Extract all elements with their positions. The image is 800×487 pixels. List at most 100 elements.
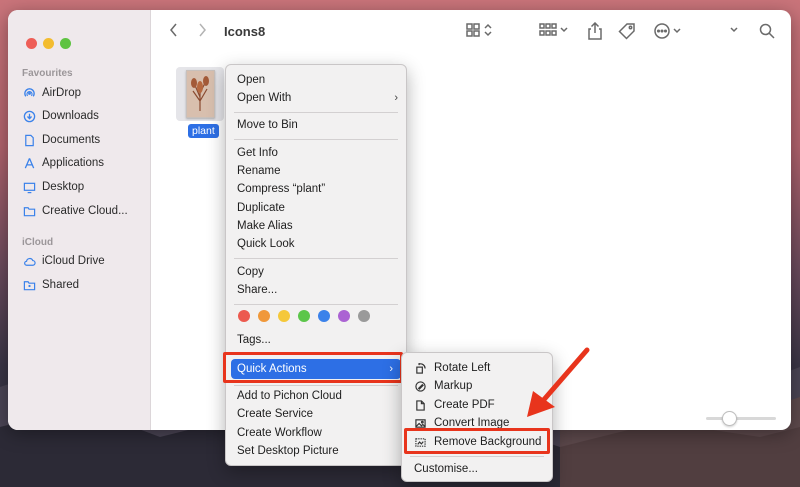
menu-separator: [234, 258, 398, 259]
desktop-icon: [22, 180, 36, 194]
tag-red-dot[interactable]: [238, 310, 250, 322]
group-icon: [539, 23, 568, 36]
sidebar-heading-icloud: iCloud: [22, 237, 54, 248]
menu-item-label: Make Alias: [237, 220, 293, 232]
more-actions-button[interactable]: [653, 22, 685, 40]
menu-item-open-with[interactable]: Open With ›: [226, 89, 406, 107]
share-icon: [588, 22, 602, 40]
menu-item-get-info[interactable]: Get Info: [226, 144, 406, 162]
sidebar-item-documents[interactable]: Documents: [22, 130, 100, 150]
menu-item-add-to-pichon-cloud[interactable]: Add to Pichon Cloud: [226, 387, 406, 405]
tag-icon: [618, 23, 635, 40]
remove-background-highlight: [404, 428, 550, 454]
tag-color-row: [226, 310, 406, 324]
menu-item-label: Tags...: [237, 334, 271, 346]
sidebar-item-label: Desktop: [42, 181, 85, 193]
tag-green-dot[interactable]: [298, 310, 310, 322]
menu-item-label: Rename: [237, 165, 281, 177]
sidebar-item-desktop[interactable]: Desktop: [22, 177, 84, 197]
sidebar-item-creative-cloud[interactable]: Creative Cloud...: [22, 201, 128, 221]
menu-item-tags[interactable]: Tags...: [226, 331, 406, 349]
menu-separator: [234, 139, 398, 140]
chevron-right-icon: ›: [394, 92, 398, 104]
submenu-item-customise[interactable]: Customise...: [402, 460, 552, 478]
menu-separator: [234, 385, 398, 386]
tag-blue-dot[interactable]: [318, 310, 330, 322]
submenu-item-label: Create PDF: [434, 399, 495, 411]
menu-item-create-service[interactable]: Create Service: [226, 405, 406, 423]
expand-toolbar-button[interactable]: [728, 22, 740, 38]
sidebar-heading-favourites: Favourites: [22, 68, 73, 79]
sidebar-item-shared[interactable]: Shared: [22, 275, 79, 295]
menu-item-copy[interactable]: Copy: [226, 263, 406, 281]
submenu-item-label: Rotate Left: [434, 362, 491, 374]
menu-item-label: Add to Pichon Cloud: [237, 390, 342, 402]
search-icon: [759, 23, 775, 39]
grid-view-icon: [466, 23, 492, 37]
menu-item-share[interactable]: Share...: [226, 281, 406, 299]
menu-item-label: Open: [237, 74, 266, 86]
menu-item-label: Open With: [237, 92, 292, 104]
sidebar-item-airdrop[interactable]: AirDrop: [22, 83, 81, 103]
tag-orange-dot[interactable]: [258, 310, 270, 322]
folder-icon: [22, 204, 36, 218]
minimize-window-button[interactable]: [43, 38, 54, 49]
submenu-item-label: Markup: [434, 380, 473, 392]
menu-item-rename[interactable]: Rename: [226, 162, 406, 180]
menu-item-label: Compress “plant”: [237, 183, 326, 195]
toolbar: Icons8: [150, 10, 791, 54]
sidebar-item-applications[interactable]: Applications: [22, 153, 104, 173]
sidebar-item-icloud-drive[interactable]: iCloud Drive: [22, 251, 105, 271]
forward-button[interactable]: [196, 22, 208, 38]
menu-item-quick-look[interactable]: Quick Look: [226, 235, 406, 253]
tag-grey-dot[interactable]: [358, 310, 370, 322]
sidebar-item-label: Applications: [42, 157, 105, 169]
tag-button[interactable]: [618, 22, 636, 40]
plant-thumbnail-icon: [187, 71, 214, 117]
menu-item-duplicate[interactable]: Duplicate: [226, 199, 406, 217]
menu-separator: [234, 112, 398, 113]
cloud-icon: [22, 254, 36, 268]
quick-actions-highlight: [223, 352, 403, 383]
menu-item-label: Copy: [237, 266, 264, 278]
menu-item-open[interactable]: Open: [226, 71, 406, 89]
back-button[interactable]: [168, 22, 180, 38]
sidebar: Favourites AirDrop Downloads Documents A…: [8, 10, 151, 430]
context-menu: Open Open With › Move to Bin Get Info Ren…: [225, 64, 407, 466]
view-mode-button[interactable]: [466, 22, 494, 38]
menu-item-set-desktop-picture[interactable]: Set Desktop Picture: [226, 442, 406, 460]
sidebar-item-downloads[interactable]: Downloads: [22, 106, 99, 126]
icon-size-slider-knob[interactable]: [722, 411, 737, 426]
search-button[interactable]: [758, 22, 776, 40]
menu-item-label: Quick Look: [237, 238, 295, 250]
document-icon: [22, 133, 36, 147]
tag-yellow-dot[interactable]: [278, 310, 290, 322]
file-thumbnail: [186, 70, 215, 118]
zoom-window-button[interactable]: [60, 38, 71, 49]
menu-item-compress[interactable]: Compress “plant”: [226, 180, 406, 198]
share-button[interactable]: [587, 22, 603, 40]
file-item[interactable]: [176, 67, 224, 121]
file-name-label[interactable]: plant: [188, 124, 219, 138]
chevron-left-icon: [170, 23, 177, 37]
menu-item-move-to-bin[interactable]: Move to Bin: [226, 116, 406, 134]
tag-purple-dot[interactable]: [338, 310, 350, 322]
icon-size-slider-track[interactable]: [706, 417, 776, 420]
pdf-icon: [414, 399, 426, 411]
menu-item-make-alias[interactable]: Make Alias: [226, 217, 406, 235]
ellipsis-icon: [654, 23, 681, 39]
airdrop-icon: [22, 86, 36, 100]
markup-icon: [414, 380, 426, 392]
menu-item-label: Set Desktop Picture: [237, 445, 339, 457]
group-button[interactable]: [539, 22, 569, 38]
menu-item-create-workflow[interactable]: Create Workflow: [226, 424, 406, 442]
chevron-down-icon: [730, 27, 738, 33]
close-window-button[interactable]: [26, 38, 37, 49]
menu-item-label: Create Workflow: [237, 427, 322, 439]
download-icon: [22, 109, 36, 123]
menu-item-label: Move to Bin: [237, 119, 298, 131]
shared-folder-icon: [22, 278, 36, 292]
applications-icon: [22, 156, 36, 170]
sidebar-item-label: Creative Cloud...: [42, 205, 128, 217]
menu-item-label: Share...: [237, 284, 278, 296]
